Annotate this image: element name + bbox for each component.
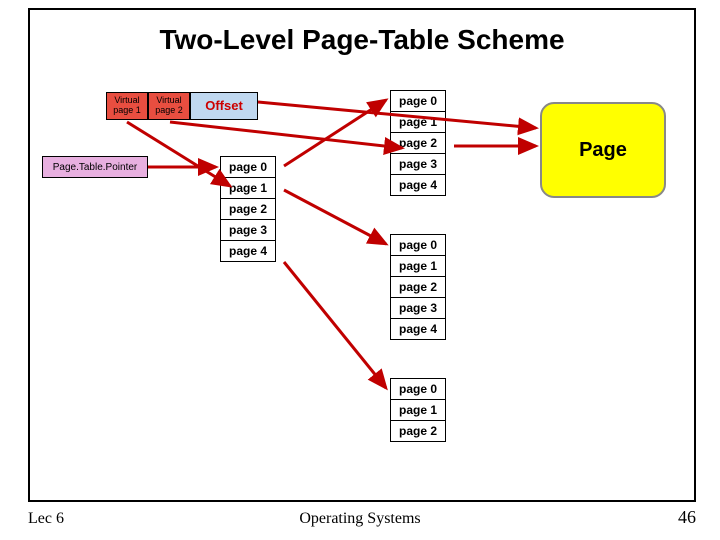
- virtual-page-1-box: Virtual page 1: [106, 92, 148, 120]
- level1-table: page 0 page 1 page 2 page 3 page 4: [220, 156, 276, 262]
- slide: Two-Level Page-Table Scheme Virtual page…: [0, 0, 720, 540]
- l2b-cell: page 4: [391, 319, 446, 340]
- l2a-cell: page 1: [391, 112, 446, 133]
- arrow-l1-l2c: [284, 262, 386, 388]
- l2a-cell: page 4: [391, 175, 446, 196]
- level2-table-c: page 0 page 1 page 2: [390, 378, 446, 442]
- l2b-cell: page 3: [391, 298, 446, 319]
- level2-table-b: page 0 page 1 page 2 page 3 page 4: [390, 234, 446, 340]
- l1-cell: page 0: [221, 157, 276, 178]
- l1-cell: page 3: [221, 220, 276, 241]
- l1-cell: page 1: [221, 178, 276, 199]
- offset-box: Offset: [190, 92, 258, 120]
- footer-right: 46: [678, 507, 696, 528]
- l2a-cell: page 3: [391, 154, 446, 175]
- l2c-cell: page 1: [391, 400, 446, 421]
- l2a-cell: page 2: [391, 133, 446, 154]
- arrow-l1-l2a: [284, 100, 386, 166]
- l2b-cell: page 2: [391, 277, 446, 298]
- l2c-cell: page 0: [391, 379, 446, 400]
- l2b-cell: page 0: [391, 235, 446, 256]
- l2c-cell: page 2: [391, 421, 446, 442]
- page-box: Page: [540, 102, 666, 198]
- l1-cell: page 4: [221, 241, 276, 262]
- slide-title: Two-Level Page-Table Scheme: [30, 24, 694, 56]
- footer-center: Operating Systems: [0, 510, 720, 528]
- arrows-layer: [30, 10, 694, 500]
- page-table-pointer-box: Page.Table.Pointer: [42, 156, 148, 178]
- arrow-l1-l2b: [284, 190, 386, 244]
- arrow-vp2-l2: [170, 122, 402, 148]
- l2b-cell: page 1: [391, 256, 446, 277]
- l2a-cell: page 0: [391, 91, 446, 112]
- virtual-page-2-box: Virtual page 2: [148, 92, 190, 120]
- slide-frame: Two-Level Page-Table Scheme Virtual page…: [28, 8, 696, 502]
- level2-table-a: page 0 page 1 page 2 page 3 page 4: [390, 90, 446, 196]
- l1-cell: page 2: [221, 199, 276, 220]
